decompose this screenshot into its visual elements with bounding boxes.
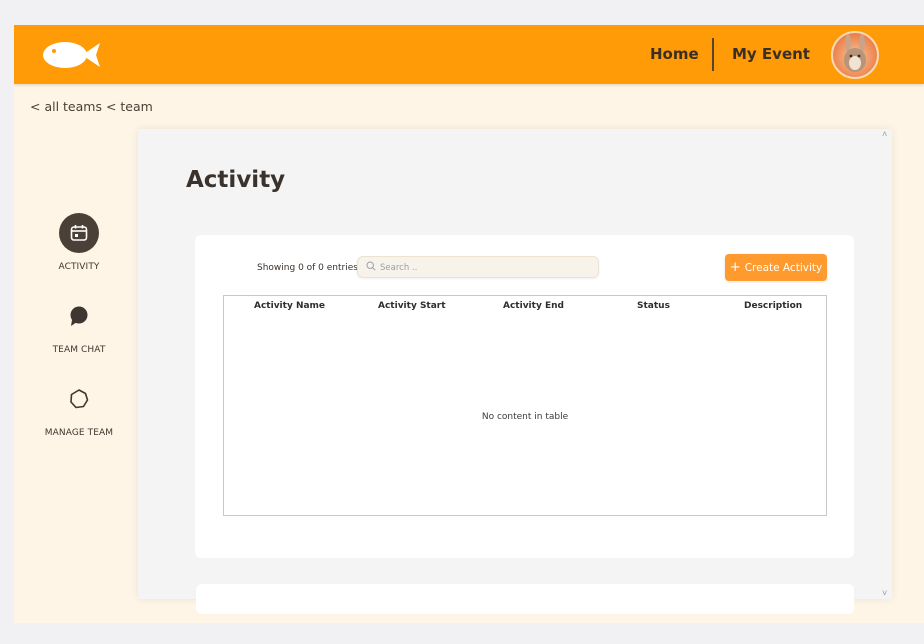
page-title: Activity bbox=[186, 167, 286, 193]
scroll-up-arrow[interactable]: ˄ bbox=[882, 129, 887, 139]
sidebar-item-team-chat[interactable]: TEAM CHAT bbox=[42, 296, 116, 355]
gear-icon bbox=[70, 389, 89, 409]
nav-home-link[interactable]: Home bbox=[650, 45, 699, 63]
create-activity-button[interactable]: + Create Activity bbox=[725, 254, 827, 281]
scroll-down-arrow[interactable]: ˅ bbox=[882, 588, 887, 598]
chat-bubble-icon bbox=[70, 306, 88, 326]
sidebar-item-label: TEAM CHAT bbox=[52, 345, 106, 355]
activity-table-card: Showing 0 of 0 entries + Create Activity… bbox=[195, 235, 854, 558]
column-header-description[interactable]: Description bbox=[744, 301, 802, 311]
plus-icon: + bbox=[729, 260, 741, 275]
empty-table-message: No content in table bbox=[481, 412, 569, 422]
entries-count: Showing 0 of 0 entries bbox=[257, 263, 358, 273]
user-avatar[interactable] bbox=[831, 31, 879, 79]
sidebar-item-label: MANAGE TEAM bbox=[44, 428, 114, 438]
search-icon bbox=[366, 261, 376, 271]
breadcrumb[interactable]: < all teams < team bbox=[30, 99, 153, 114]
activity-table: Activity Name Activity Start Activity En… bbox=[223, 295, 827, 516]
calendar-icon bbox=[70, 225, 88, 241]
nav-divider bbox=[712, 38, 714, 71]
column-header-activity-name[interactable]: Activity Name bbox=[254, 301, 325, 311]
sidebar-item-manage-team[interactable]: MANAGE TEAM bbox=[42, 379, 116, 438]
avatar-rabbit-icon bbox=[844, 34, 866, 72]
nav-my-event-link[interactable]: My Event bbox=[732, 45, 810, 63]
column-header-activity-end[interactable]: Activity End bbox=[503, 301, 564, 311]
column-header-activity-start[interactable]: Activity Start bbox=[378, 301, 446, 311]
fish-logo-icon[interactable] bbox=[42, 39, 102, 71]
main-panel: Activity Showing 0 of 0 entries + Create… bbox=[138, 129, 892, 614]
create-activity-label: Create Activity bbox=[744, 261, 823, 274]
sidebar-item-label: ACTIVITY bbox=[58, 262, 100, 272]
sidebar-active-indicator bbox=[59, 213, 99, 253]
top-navbar: Home My Event bbox=[14, 25, 924, 84]
app-frame: Home My Event < all teams < team ACTIVIT… bbox=[14, 25, 924, 623]
column-header-status[interactable]: Status bbox=[637, 301, 670, 311]
sidebar-item-activity[interactable]: ACTIVITY bbox=[42, 213, 116, 272]
search-input[interactable] bbox=[380, 260, 590, 276]
search-box[interactable] bbox=[357, 256, 599, 278]
secondary-card bbox=[196, 584, 854, 614]
